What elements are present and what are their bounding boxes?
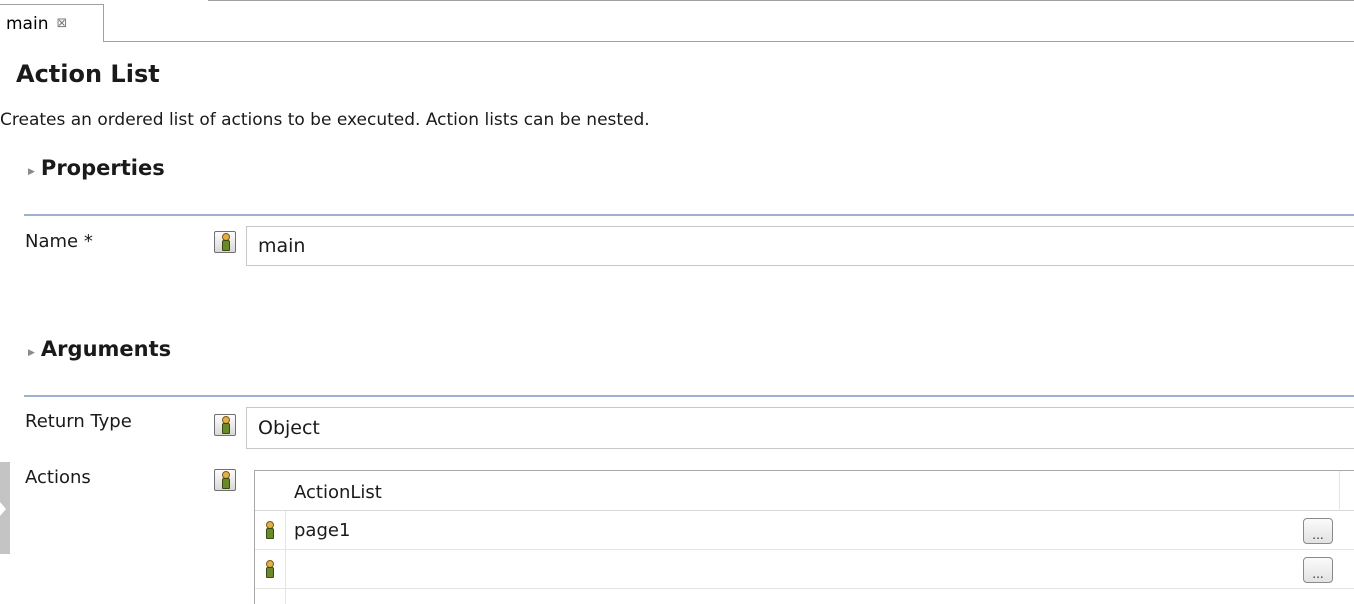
page-title: Action List xyxy=(16,60,160,88)
column-divider xyxy=(1339,471,1340,511)
section-header-arguments[interactable]: ▶ Arguments xyxy=(28,337,171,361)
close-icon[interactable]: ⊠ xyxy=(56,16,67,31)
person-icon xyxy=(263,560,277,578)
page-description: Creates an ordered list of actions to be… xyxy=(0,110,650,130)
return-type-input[interactable]: Object xyxy=(246,407,1354,449)
section-header-properties[interactable]: ▶ Properties xyxy=(28,156,165,180)
action-cell-value[interactable]: page1 xyxy=(294,520,350,541)
section-divider-properties xyxy=(24,214,1354,216)
table-row[interactable]: ... xyxy=(255,550,1354,589)
tab-strip-border xyxy=(208,0,1354,1)
browse-button[interactable]: ... xyxy=(1303,557,1333,583)
tab-label: main xyxy=(6,13,49,34)
editor-tab-strip: main ⊠ xyxy=(0,0,1354,42)
table-header: ActionList xyxy=(255,471,1354,511)
expand-arrow-icon[interactable]: ▶ xyxy=(28,167,35,177)
person-icon xyxy=(263,521,277,539)
actions-table: ActionList page1 ... ... xyxy=(254,470,1354,604)
browse-button[interactable]: ... xyxy=(1303,518,1333,544)
name-input[interactable]: main xyxy=(246,226,1354,266)
chevron-right-icon xyxy=(0,502,6,516)
editor-window: main ⊠ Action List Creates an ordered li… xyxy=(0,0,1354,604)
name-field-label: Name * xyxy=(25,231,93,252)
person-icon[interactable] xyxy=(214,414,236,436)
column-header-actionlist[interactable]: ActionList xyxy=(294,482,382,503)
return-type-label: Return Type xyxy=(25,411,132,432)
person-icon[interactable] xyxy=(214,231,236,253)
person-icon[interactable] xyxy=(214,469,236,491)
table-row[interactable]: page1 ... xyxy=(255,511,1354,550)
section-divider-arguments xyxy=(24,395,1354,397)
section-title-arguments: Arguments xyxy=(40,337,172,361)
expand-arrow-icon[interactable]: ▶ xyxy=(28,348,35,358)
side-panel-toggle[interactable] xyxy=(0,462,10,554)
tab-main[interactable]: main ⊠ xyxy=(0,4,104,42)
section-title-properties: Properties xyxy=(40,156,165,180)
actions-label: Actions xyxy=(25,467,91,488)
